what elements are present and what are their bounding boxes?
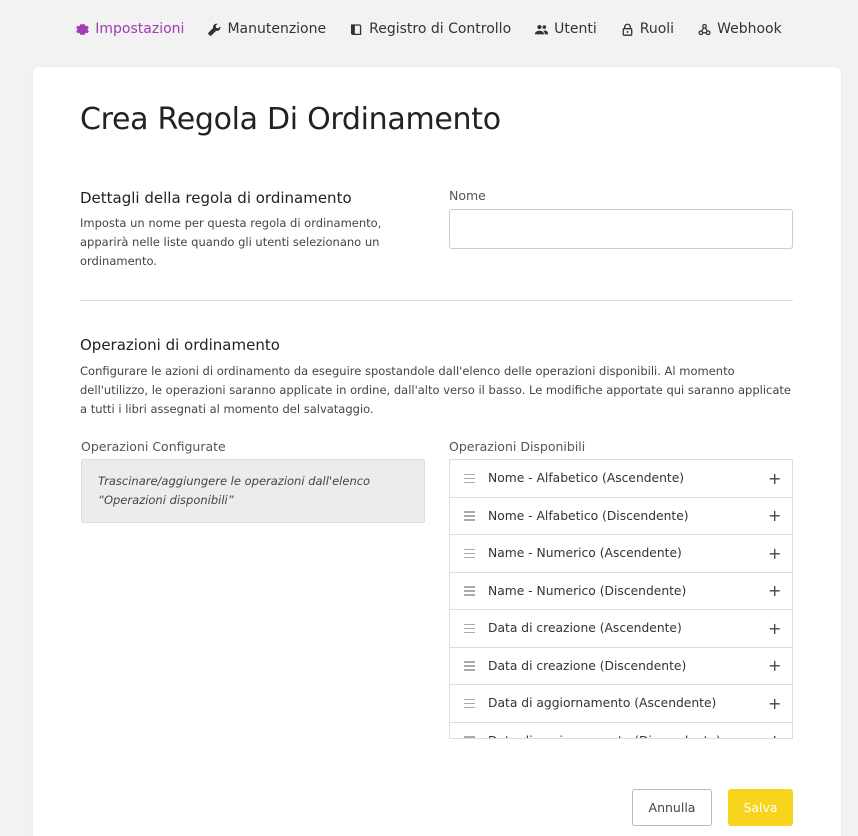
name-input[interactable] — [449, 209, 793, 249]
available-operation-item[interactable]: Data di aggiornamento (Ascendente) + — [450, 685, 792, 723]
gear-icon — [76, 23, 90, 35]
operations-section-description: Configurare le azioni di ordinamento da … — [80, 364, 791, 416]
configured-operations-dropzone[interactable]: Trascinare/aggiungere le operazioni dall… — [81, 459, 425, 523]
drag-handle-icon[interactable] — [464, 736, 476, 738]
drag-handle-icon[interactable] — [464, 548, 476, 558]
details-section-description: Imposta un nome per questa regola di ord… — [80, 216, 382, 268]
book-icon — [351, 23, 362, 35]
drag-handle-icon[interactable] — [464, 511, 476, 521]
users-icon — [535, 24, 549, 34]
available-operation-item[interactable]: Name - Numerico (Ascendente) + — [450, 535, 792, 573]
drag-handle-icon[interactable] — [464, 698, 476, 708]
drag-handle-icon[interactable] — [464, 586, 476, 596]
drag-handle-icon[interactable] — [464, 661, 476, 671]
add-icon[interactable]: + — [768, 469, 781, 488]
add-icon[interactable]: + — [768, 581, 781, 600]
nav-item-impostazioni[interactable]: Impostazioni — [64, 21, 196, 37]
nav-label: Ruoli — [639, 21, 675, 37]
operation-label: Data di aggiornamento (Discendente) — [488, 734, 768, 738]
operation-label: Nome - Alfabetico (Ascendente) — [488, 471, 685, 486]
available-operation-item[interactable]: Name - Numerico (Discendente) + — [450, 573, 792, 610]
operation-label: Data di creazione (Ascendente) — [488, 621, 682, 636]
add-icon[interactable]: + — [768, 656, 781, 675]
add-icon[interactable]: + — [768, 544, 781, 563]
add-icon[interactable]: + — [768, 619, 781, 638]
operation-label: Data di creazione (Discendente) — [488, 658, 687, 673]
add-icon[interactable]: + — [768, 694, 781, 713]
operation-label: Data di aggiornamento (Ascendente) — [488, 696, 717, 711]
nav-item-webhook[interactable]: Webhook — [686, 21, 794, 37]
available-operation-item[interactable]: Nome - Alfabetico (Ascendente) + — [450, 460, 792, 498]
nav-item-utenti[interactable]: Utenti — [523, 21, 609, 37]
nav-item-manutenzione[interactable]: Manutenzione — [196, 21, 338, 37]
operation-label: Nome - Alfabetico (Discendente) — [488, 508, 689, 523]
nav-label: Registro di Controllo — [369, 21, 512, 37]
cancel-button[interactable]: Annulla — [632, 789, 712, 826]
top-navigation: Impostazioni Manutenzione Registro di Co… — [0, 0, 858, 58]
webhook-icon — [698, 23, 711, 35]
operation-label: Name - Numerico (Discendente) — [488, 583, 687, 598]
name-label: Nome — [449, 188, 486, 203]
operations-section-title: Operazioni di ordinamento — [80, 336, 280, 354]
wrench-icon — [208, 23, 221, 36]
operation-label: Name - Numerico (Ascendente) — [488, 546, 682, 561]
section-divider — [80, 300, 793, 301]
nav-label: Manutenzione — [227, 21, 327, 37]
drag-handle-icon[interactable] — [464, 473, 476, 483]
add-icon[interactable]: + — [768, 506, 781, 525]
configured-operations-label: Operazioni Configurate — [81, 439, 226, 454]
nav-item-ruoli[interactable]: Ruoli — [609, 21, 686, 37]
available-operations-list[interactable]: Nome - Alfabetico (Ascendente) + Nome - Al… — [449, 459, 793, 739]
lock-icon — [622, 23, 633, 36]
available-operation-item[interactable]: Data di aggiornamento (Discendente)+ — [450, 723, 792, 738]
nav-label: Utenti — [554, 21, 597, 37]
save-button[interactable]: Salva — [728, 789, 793, 826]
available-operations-label: Operazioni Disponibili — [449, 439, 586, 454]
add-icon[interactable]: + — [768, 731, 781, 738]
available-operation-item[interactable]: Nome - Alfabetico (Discendente) + — [450, 498, 792, 535]
nav-label: Impostazioni — [95, 21, 185, 37]
nav-item-registro[interactable]: Registro di Controllo — [338, 21, 523, 37]
page-title: Crea Regola Di Ordinamento — [80, 102, 501, 137]
main-card: Crea Regola Di Ordinamento Dettagli dell… — [33, 67, 841, 836]
available-operation-item[interactable]: Data di creazione (Discendente) + — [450, 648, 792, 685]
drag-handle-icon[interactable] — [464, 623, 476, 633]
details-section-title: Dettagli della regola di ordinamento — [80, 189, 352, 207]
nav-label: Webhook — [717, 21, 782, 37]
available-operation-item[interactable]: Data di creazione (Ascendente) + — [450, 610, 792, 648]
